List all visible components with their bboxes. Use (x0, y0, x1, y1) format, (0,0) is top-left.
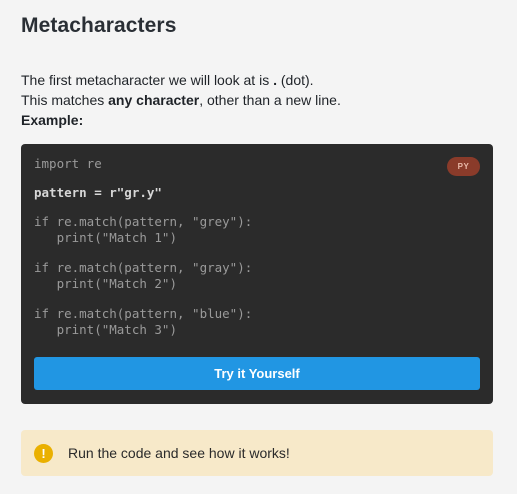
any-character-emphasis: any character (108, 92, 200, 108)
example-label-text: Example: (21, 112, 84, 128)
code-line: if re.match(pattern, "grey"): (34, 214, 253, 229)
code-example-card: PY import re pattern = r"gr.y" if re.mat… (21, 144, 493, 404)
language-badge: PY (447, 157, 480, 176)
intro-line-2-text: This matches (21, 92, 109, 108)
code-line: if re.match(pattern, "gray"): (34, 260, 253, 275)
intro-line-2: This matches any character, other than a… (21, 90, 491, 110)
intro-line-1-suffix: (dot). (276, 72, 314, 88)
intro-line-1-text: The first metacharacter we will look at … (21, 72, 274, 88)
example-label: Example: (21, 110, 491, 130)
code-line: print("Match 1") (34, 230, 177, 245)
intro-line-2-suffix: , other than a new line. (199, 92, 341, 108)
tip-text: Run the code and see how it works! (68, 445, 290, 461)
intro-line-1: The first metacharacter we will look at … (21, 70, 491, 90)
code-line: import re (34, 156, 102, 171)
intro-paragraph: The first metacharacter we will look at … (21, 70, 491, 130)
code-block: import re pattern = r"gr.y" if re.match(… (34, 156, 434, 338)
code-line: print("Match 2") (34, 276, 177, 291)
exclamation-icon: ! (34, 444, 53, 463)
code-line: pattern = r"gr.y" (34, 185, 162, 200)
code-line: if re.match(pattern, "blue"): (34, 306, 253, 321)
try-it-yourself-button[interactable]: Try it Yourself (34, 357, 480, 390)
tip-banner: ! Run the code and see how it works! (21, 430, 493, 476)
page-title: Metacharacters (21, 14, 177, 37)
code-line: print("Match 3") (34, 322, 177, 337)
